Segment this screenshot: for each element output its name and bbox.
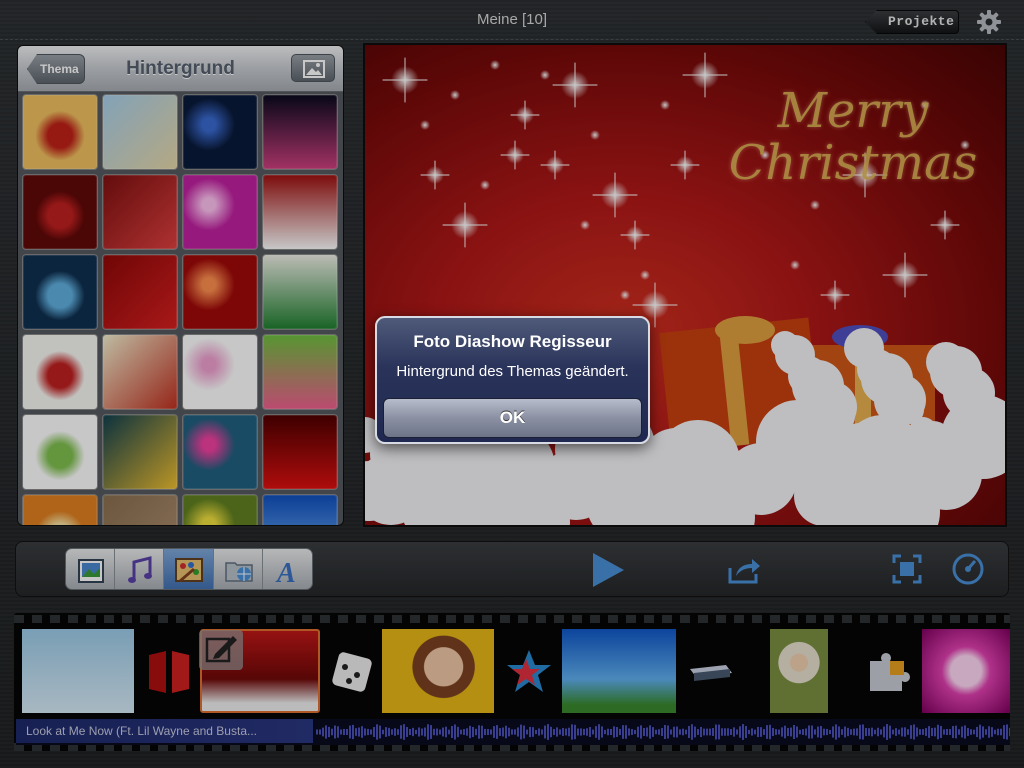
export-tab[interactable] bbox=[214, 549, 263, 589]
edit-clip-button[interactable] bbox=[199, 630, 243, 670]
alert-message: Hintergrund des Themas geändert. bbox=[396, 363, 629, 380]
thumbnail-fireworks-blue-bg[interactable] bbox=[182, 94, 258, 170]
music-icon bbox=[128, 556, 153, 583]
alert-title: Foto Diashow Regisseur bbox=[413, 332, 612, 351]
mode-segmented-control: A bbox=[65, 548, 313, 590]
play-icon[interactable] bbox=[588, 550, 628, 590]
text-icon: A bbox=[275, 558, 296, 586]
thumbnail-happy-birthday-candles-bg[interactable] bbox=[182, 334, 258, 410]
audio-track-label[interactable]: Look at Me Now (Ft. Lil Wayne and Busta.… bbox=[16, 719, 313, 743]
thumbnail-happy-birthday-balloons-bg[interactable] bbox=[102, 414, 178, 490]
thumbnail-red-burst-bg[interactable] bbox=[182, 254, 258, 330]
thumbnail-red-curtain-bg[interactable] bbox=[262, 414, 338, 490]
gear-icon[interactable] bbox=[976, 9, 1002, 35]
text-tab[interactable]: A bbox=[263, 549, 312, 589]
thumbnail-heart-pink-bg[interactable] bbox=[182, 174, 258, 250]
speedometer-icon[interactable] bbox=[951, 552, 985, 586]
thumbnail-floral-gold-heart-bg[interactable] bbox=[22, 94, 98, 170]
palette-icon bbox=[175, 558, 204, 582]
thumbnail-holly-ornaments-bg[interactable] bbox=[22, 334, 98, 410]
alert-ok-button[interactable]: OK bbox=[383, 398, 642, 438]
photo-background-button[interactable] bbox=[291, 54, 335, 82]
thumbnail-bokeh-yellow-bg[interactable] bbox=[182, 494, 258, 525]
transition-puzzle-icon[interactable] bbox=[862, 647, 912, 697]
timeline-clip-blue-sky[interactable] bbox=[562, 629, 676, 713]
timeline-clip-clouds[interactable] bbox=[22, 629, 134, 713]
timeline-clip-pink-heart[interactable] bbox=[922, 629, 1010, 713]
edit-icon bbox=[205, 636, 237, 663]
panel-header: Thema Hintergrund bbox=[18, 46, 343, 92]
background-thumbnail-grid bbox=[22, 94, 343, 525]
share-icon[interactable] bbox=[726, 554, 762, 586]
app-window: Meine [10] Projekte Thema Hintergrund Me… bbox=[0, 0, 1024, 768]
folder-globe-icon bbox=[224, 562, 253, 582]
thumbnail-orange-frame-bg[interactable] bbox=[22, 494, 98, 525]
thumbnail-merry-christmas-bg[interactable] bbox=[262, 174, 338, 250]
thumbnail-hearts-red-bg[interactable] bbox=[102, 174, 178, 250]
thumbnail-red-ornaments-bg[interactable] bbox=[102, 254, 178, 330]
music-tab[interactable] bbox=[115, 549, 165, 589]
thumbnail-christmas-trees-bg[interactable] bbox=[102, 334, 178, 410]
greeting-text: Merry Christmas bbox=[728, 83, 978, 191]
thumbnail-beige-plain-bg[interactable] bbox=[102, 494, 178, 525]
photo-icon bbox=[303, 60, 325, 78]
projects-button[interactable]: Projekte bbox=[865, 10, 959, 34]
photos-tab[interactable] bbox=[66, 549, 116, 589]
thumbnail-blue-sky-bg[interactable] bbox=[262, 494, 338, 525]
thumbnail-happy-birthday-blue-bg[interactable] bbox=[182, 414, 258, 490]
timeline-clip-woman-portrait[interactable] bbox=[382, 629, 494, 713]
main-toolbar: A bbox=[15, 541, 1009, 597]
theme-tab[interactable] bbox=[164, 549, 214, 589]
transition-slide-icon[interactable] bbox=[686, 647, 736, 697]
svg-text:A: A bbox=[275, 558, 296, 586]
thumbnail-fireworks-pink-bg[interactable] bbox=[262, 94, 338, 170]
thumbnail-party-crowd-red-bg[interactable] bbox=[22, 174, 98, 250]
transition-dice-icon[interactable] bbox=[327, 647, 377, 697]
alert-dialog: Foto Diashow Regisseur Hintergrund des T… bbox=[375, 316, 650, 444]
photos-icon bbox=[78, 559, 104, 583]
thumbnail-leaf-frame-bg[interactable] bbox=[22, 414, 98, 490]
thumbnail-dancers-blue-bg[interactable] bbox=[22, 254, 98, 330]
transition-star-icon[interactable] bbox=[504, 647, 554, 697]
thumbnail-christmas-branch-bg[interactable] bbox=[262, 254, 338, 330]
thumbnail-clouds-sky-bg[interactable] bbox=[102, 94, 178, 170]
timeline: Look at Me Now (Ft. Lil Wayne and Busta.… bbox=[13, 612, 1011, 752]
fit-screen-icon[interactable] bbox=[892, 554, 922, 584]
slideshow-preview[interactable]: Merry Christmas bbox=[363, 43, 1007, 527]
thumbnail-happy-birthday-green-bg[interactable] bbox=[262, 334, 338, 410]
timeline-clip-child-garden[interactable] bbox=[770, 629, 828, 713]
background-picker-panel: Thema Hintergrund bbox=[17, 45, 344, 526]
film-sprockets-top bbox=[14, 615, 1010, 623]
top-bar: Meine [10] Projekte bbox=[0, 0, 1024, 40]
transition-door-icon[interactable] bbox=[144, 647, 194, 697]
